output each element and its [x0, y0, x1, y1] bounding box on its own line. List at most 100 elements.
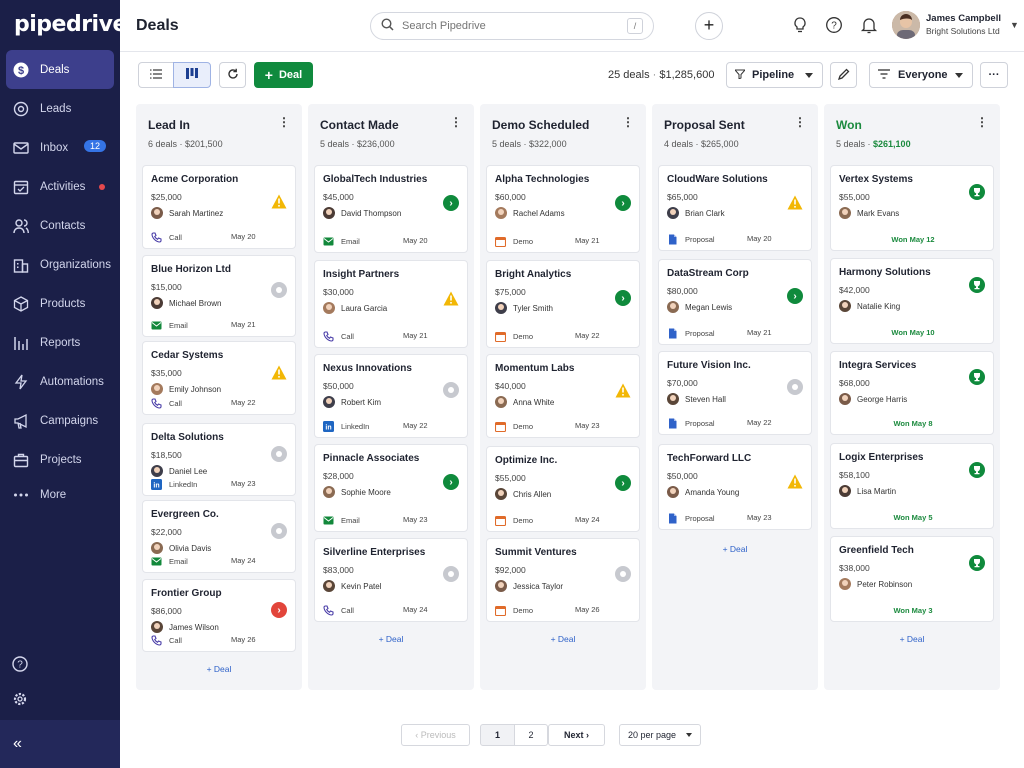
search-box[interactable]: /: [370, 12, 654, 40]
deal-card[interactable]: Alpha Technologies $60,000 Rachel Adams Dem…: [486, 165, 640, 253]
add-deal-link[interactable]: + Deal: [824, 634, 1000, 644]
next-activity[interactable]: Demo: [495, 236, 533, 247]
add-deal-button[interactable]: + Deal: [254, 62, 313, 88]
deal-card[interactable]: DataStream Corp $80,000 Megan Lewis Proposa…: [658, 259, 812, 345]
quick-add-button[interactable]: +: [695, 12, 723, 40]
sidebar-item-automations[interactable]: Automations: [6, 362, 114, 401]
deal-card[interactable]: Harmony Solutions $42,000 Natalie King Won …: [830, 258, 994, 344]
no-activity-icon[interactable]: [615, 566, 631, 582]
sidebar-item-more[interactable]: More: [6, 475, 114, 514]
sidebar-item-projects[interactable]: Projects: [6, 440, 114, 479]
deal-card[interactable]: Summit Ventures $92,000 Jessica Taylor Demo…: [486, 538, 640, 622]
deal-card[interactable]: Logix Enterprises $58,100 Lisa Martin Won M…: [830, 443, 994, 529]
edit-pipeline-button[interactable]: [830, 62, 857, 88]
next-activity[interactable]: in LinkedIn: [323, 421, 369, 432]
user-menu[interactable]: James Campbell Bright Solutions Ltd: [892, 11, 1001, 39]
deal-card[interactable]: Greenfield Tech $38,000 Peter Robinson Won …: [830, 536, 994, 622]
deal-card[interactable]: Optimize Inc. $55,000 Chris Allen Demo May 2…: [486, 446, 640, 532]
deal-card[interactable]: TechForward LLC $50,000 Amanda Young Propos…: [658, 444, 812, 530]
deal-card[interactable]: Delta Solutions $18,500 Daniel Lee in Linked…: [142, 423, 296, 496]
deal-card[interactable]: Future Vision Inc. $70,000 Steven Hall Prop…: [658, 351, 812, 435]
warning-icon[interactable]: [787, 194, 803, 210]
warning-icon[interactable]: [271, 193, 287, 209]
warning-icon[interactable]: [271, 364, 287, 380]
next-activity[interactable]: Demo: [495, 605, 533, 616]
deal-card[interactable]: Nexus Innovations $50,000 Robert Kim in Link…: [314, 354, 468, 438]
deal-card[interactable]: Integra Services $68,000 George Harris Won …: [830, 351, 994, 435]
arrow-right-icon[interactable]: ›: [443, 474, 459, 490]
more-options-button[interactable]: ···: [980, 62, 1008, 88]
chevron-down-icon[interactable]: ▼: [1010, 20, 1019, 30]
deal-card[interactable]: Evergreen Co. $22,000 Olivia Davis Email May…: [142, 500, 296, 573]
deal-card[interactable]: Frontier Group $86,000 James Wilson Call May…: [142, 579, 296, 652]
deal-card[interactable]: Blue Horizon Ltd $15,000 Michael Brown Emai…: [142, 255, 296, 337]
no-activity-icon[interactable]: [271, 523, 287, 539]
next-activity[interactable]: Email: [323, 236, 360, 247]
warning-icon[interactable]: [443, 290, 459, 306]
next-activity[interactable]: Proposal: [667, 328, 715, 339]
warning-icon[interactable]: [615, 382, 631, 398]
deal-card[interactable]: CloudWare Solutions $65,000 Brian Clark Pro…: [658, 165, 812, 251]
stage-menu-button[interactable]: ⋮: [622, 116, 634, 128]
board-view-button[interactable]: [173, 62, 211, 88]
next-activity[interactable]: Demo: [495, 331, 533, 342]
overdue-arrow-icon[interactable]: ›: [271, 602, 287, 618]
sidebar-item-organizations[interactable]: Organizations: [6, 245, 114, 284]
next-activity[interactable]: Demo: [495, 421, 533, 432]
sidebar-item-inbox[interactable]: Inbox 12: [6, 128, 114, 167]
refresh-button[interactable]: [219, 62, 246, 88]
pipedrive-logo[interactable]: pipedrive: [14, 12, 127, 37]
deal-card[interactable]: Momentum Labs $40,000 Anna White Demo May 23: [486, 354, 640, 438]
arrow-right-icon[interactable]: ›: [615, 195, 631, 211]
list-view-button[interactable]: [138, 62, 174, 88]
sidebar-item-products[interactable]: Products: [6, 284, 114, 323]
owner-filter-dropdown[interactable]: Everyone: [869, 62, 973, 88]
arrow-right-icon[interactable]: ›: [615, 290, 631, 306]
deal-card[interactable]: Insight Partners $30,000 Laura Garcia Call M…: [314, 260, 468, 348]
next-activity[interactable]: Proposal: [667, 418, 715, 429]
per-page-dropdown[interactable]: 20 per page: [619, 724, 701, 746]
sidebar-item-reports[interactable]: Reports: [6, 323, 114, 362]
arrow-right-icon[interactable]: ›: [443, 195, 459, 211]
no-activity-icon[interactable]: [787, 379, 803, 395]
deal-card[interactable]: Cedar Systems $35,000 Emily Johnson Call May…: [142, 341, 296, 415]
settings-gear-icon[interactable]: [12, 691, 28, 707]
next-activity[interactable]: Email: [151, 556, 188, 567]
no-activity-icon[interactable]: [271, 446, 287, 462]
stage-menu-button[interactable]: ⋮: [976, 116, 988, 128]
deal-card[interactable]: Silverline Enterprises $83,000 Kevin Patel…: [314, 538, 468, 622]
no-activity-icon[interactable]: [443, 382, 459, 398]
next-activity[interactable]: Proposal: [667, 234, 715, 245]
next-page-button[interactable]: Next ›: [548, 724, 605, 746]
next-activity[interactable]: Email: [323, 515, 360, 526]
warning-icon[interactable]: [787, 473, 803, 489]
sidebar-item-contacts[interactable]: Contacts: [6, 206, 114, 245]
next-activity[interactable]: Call: [151, 232, 182, 243]
no-activity-icon[interactable]: [443, 566, 459, 582]
next-activity[interactable]: Call: [151, 398, 182, 409]
page-1-button[interactable]: 1: [480, 724, 515, 746]
deal-card[interactable]: Bright Analytics $75,000 Tyler Smith Demo Ma…: [486, 260, 640, 348]
next-activity[interactable]: Call: [151, 635, 182, 646]
next-activity[interactable]: Demo: [495, 515, 533, 526]
lightbulb-icon[interactable]: [791, 16, 809, 34]
next-activity[interactable]: Email: [151, 320, 188, 331]
stage-menu-button[interactable]: ⋮: [450, 116, 462, 128]
sidebar-item-deals[interactable]: $ Deals: [6, 50, 114, 89]
deal-card[interactable]: Vertex Systems $55,000 Mark Evans Won May 1…: [830, 165, 994, 251]
bell-icon[interactable]: [860, 16, 878, 34]
deal-card[interactable]: Pinnacle Associates $28,000 Sophie Moore Em…: [314, 444, 468, 532]
search-input[interactable]: [402, 20, 602, 32]
sidebar-item-activities[interactable]: Activities: [6, 167, 114, 206]
deal-card[interactable]: GlobalTech Industries $45,000 David Thomps…: [314, 165, 468, 253]
arrow-right-icon[interactable]: ›: [787, 288, 803, 304]
sidebar-item-campaigns[interactable]: Campaigns: [6, 401, 114, 440]
sidebar-item-leads[interactable]: Leads: [6, 89, 114, 128]
help-icon[interactable]: ?: [12, 656, 28, 672]
arrow-right-icon[interactable]: ›: [615, 475, 631, 491]
add-deal-link[interactable]: + Deal: [308, 634, 474, 644]
deal-card[interactable]: Acme Corporation $25,000 Sarah Martinez Cal…: [142, 165, 296, 249]
page-2-button[interactable]: 2: [514, 724, 548, 746]
add-deal-link[interactable]: + Deal: [652, 544, 818, 554]
help-circle-icon[interactable]: ?: [825, 16, 843, 34]
